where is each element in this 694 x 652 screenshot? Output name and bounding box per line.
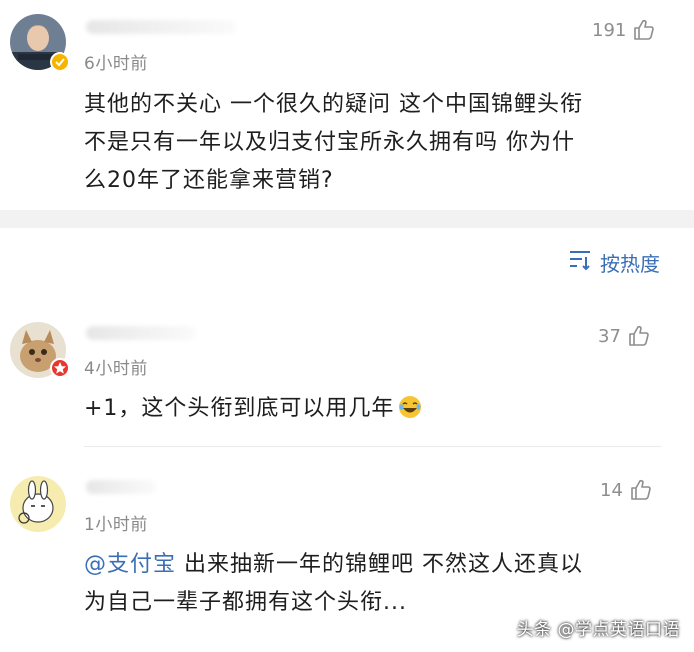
sort-label: 按热度 (600, 252, 660, 276)
mention-link[interactable]: @支付宝 (84, 552, 176, 577)
comment-1: 6小时前 191 其他的不关心 一个很久的疑问 这个中国锦鲤头衔 不是只有一年以… (0, 0, 694, 210)
section-divider (0, 210, 694, 228)
comment-text: +1，这个头衔到底可以用几年 (84, 390, 422, 428)
sort-icon (568, 249, 592, 276)
like-count: 191 (592, 19, 627, 41)
like-button[interactable]: 191 (592, 18, 656, 42)
verified-badge-icon (50, 52, 70, 72)
comment-time: 6小时前 (84, 54, 148, 74)
comment-time: 4小时前 (84, 359, 148, 379)
username-blurred[interactable] (86, 326, 196, 340)
username-blurred[interactable] (86, 20, 236, 34)
member-badge-icon (50, 358, 70, 378)
username-blurred[interactable] (86, 480, 156, 494)
like-button[interactable]: 14 (600, 478, 653, 502)
thumbs-up-icon (627, 324, 651, 348)
sort-by-hot-button[interactable]: 按热度 (568, 248, 660, 277)
thumbs-up-icon (632, 18, 656, 42)
like-button[interactable]: 37 (598, 324, 651, 348)
like-count: 14 (600, 479, 623, 501)
comment-2: 4小时前 37 +1，这个头衔到底可以用几年 (0, 310, 694, 440)
comment-text: 其他的不关心 一个很久的疑问 这个中国锦鲤头衔 不是只有一年以及归支付宝所永久拥… (84, 92, 583, 193)
comment-separator (84, 446, 662, 447)
laughing-tears-emoji-icon (398, 394, 422, 418)
watermark: 头条 @学点英语口语 (516, 620, 680, 640)
thumbs-up-icon (629, 478, 653, 502)
comment-time: 1小时前 (84, 515, 148, 535)
avatar[interactable] (10, 476, 66, 532)
like-count: 37 (598, 325, 621, 347)
comment-text: @支付宝 出来抽新一年的锦鲤吧 不然这人还真以 为自己一辈子都拥有这个头衔... (84, 552, 584, 615)
